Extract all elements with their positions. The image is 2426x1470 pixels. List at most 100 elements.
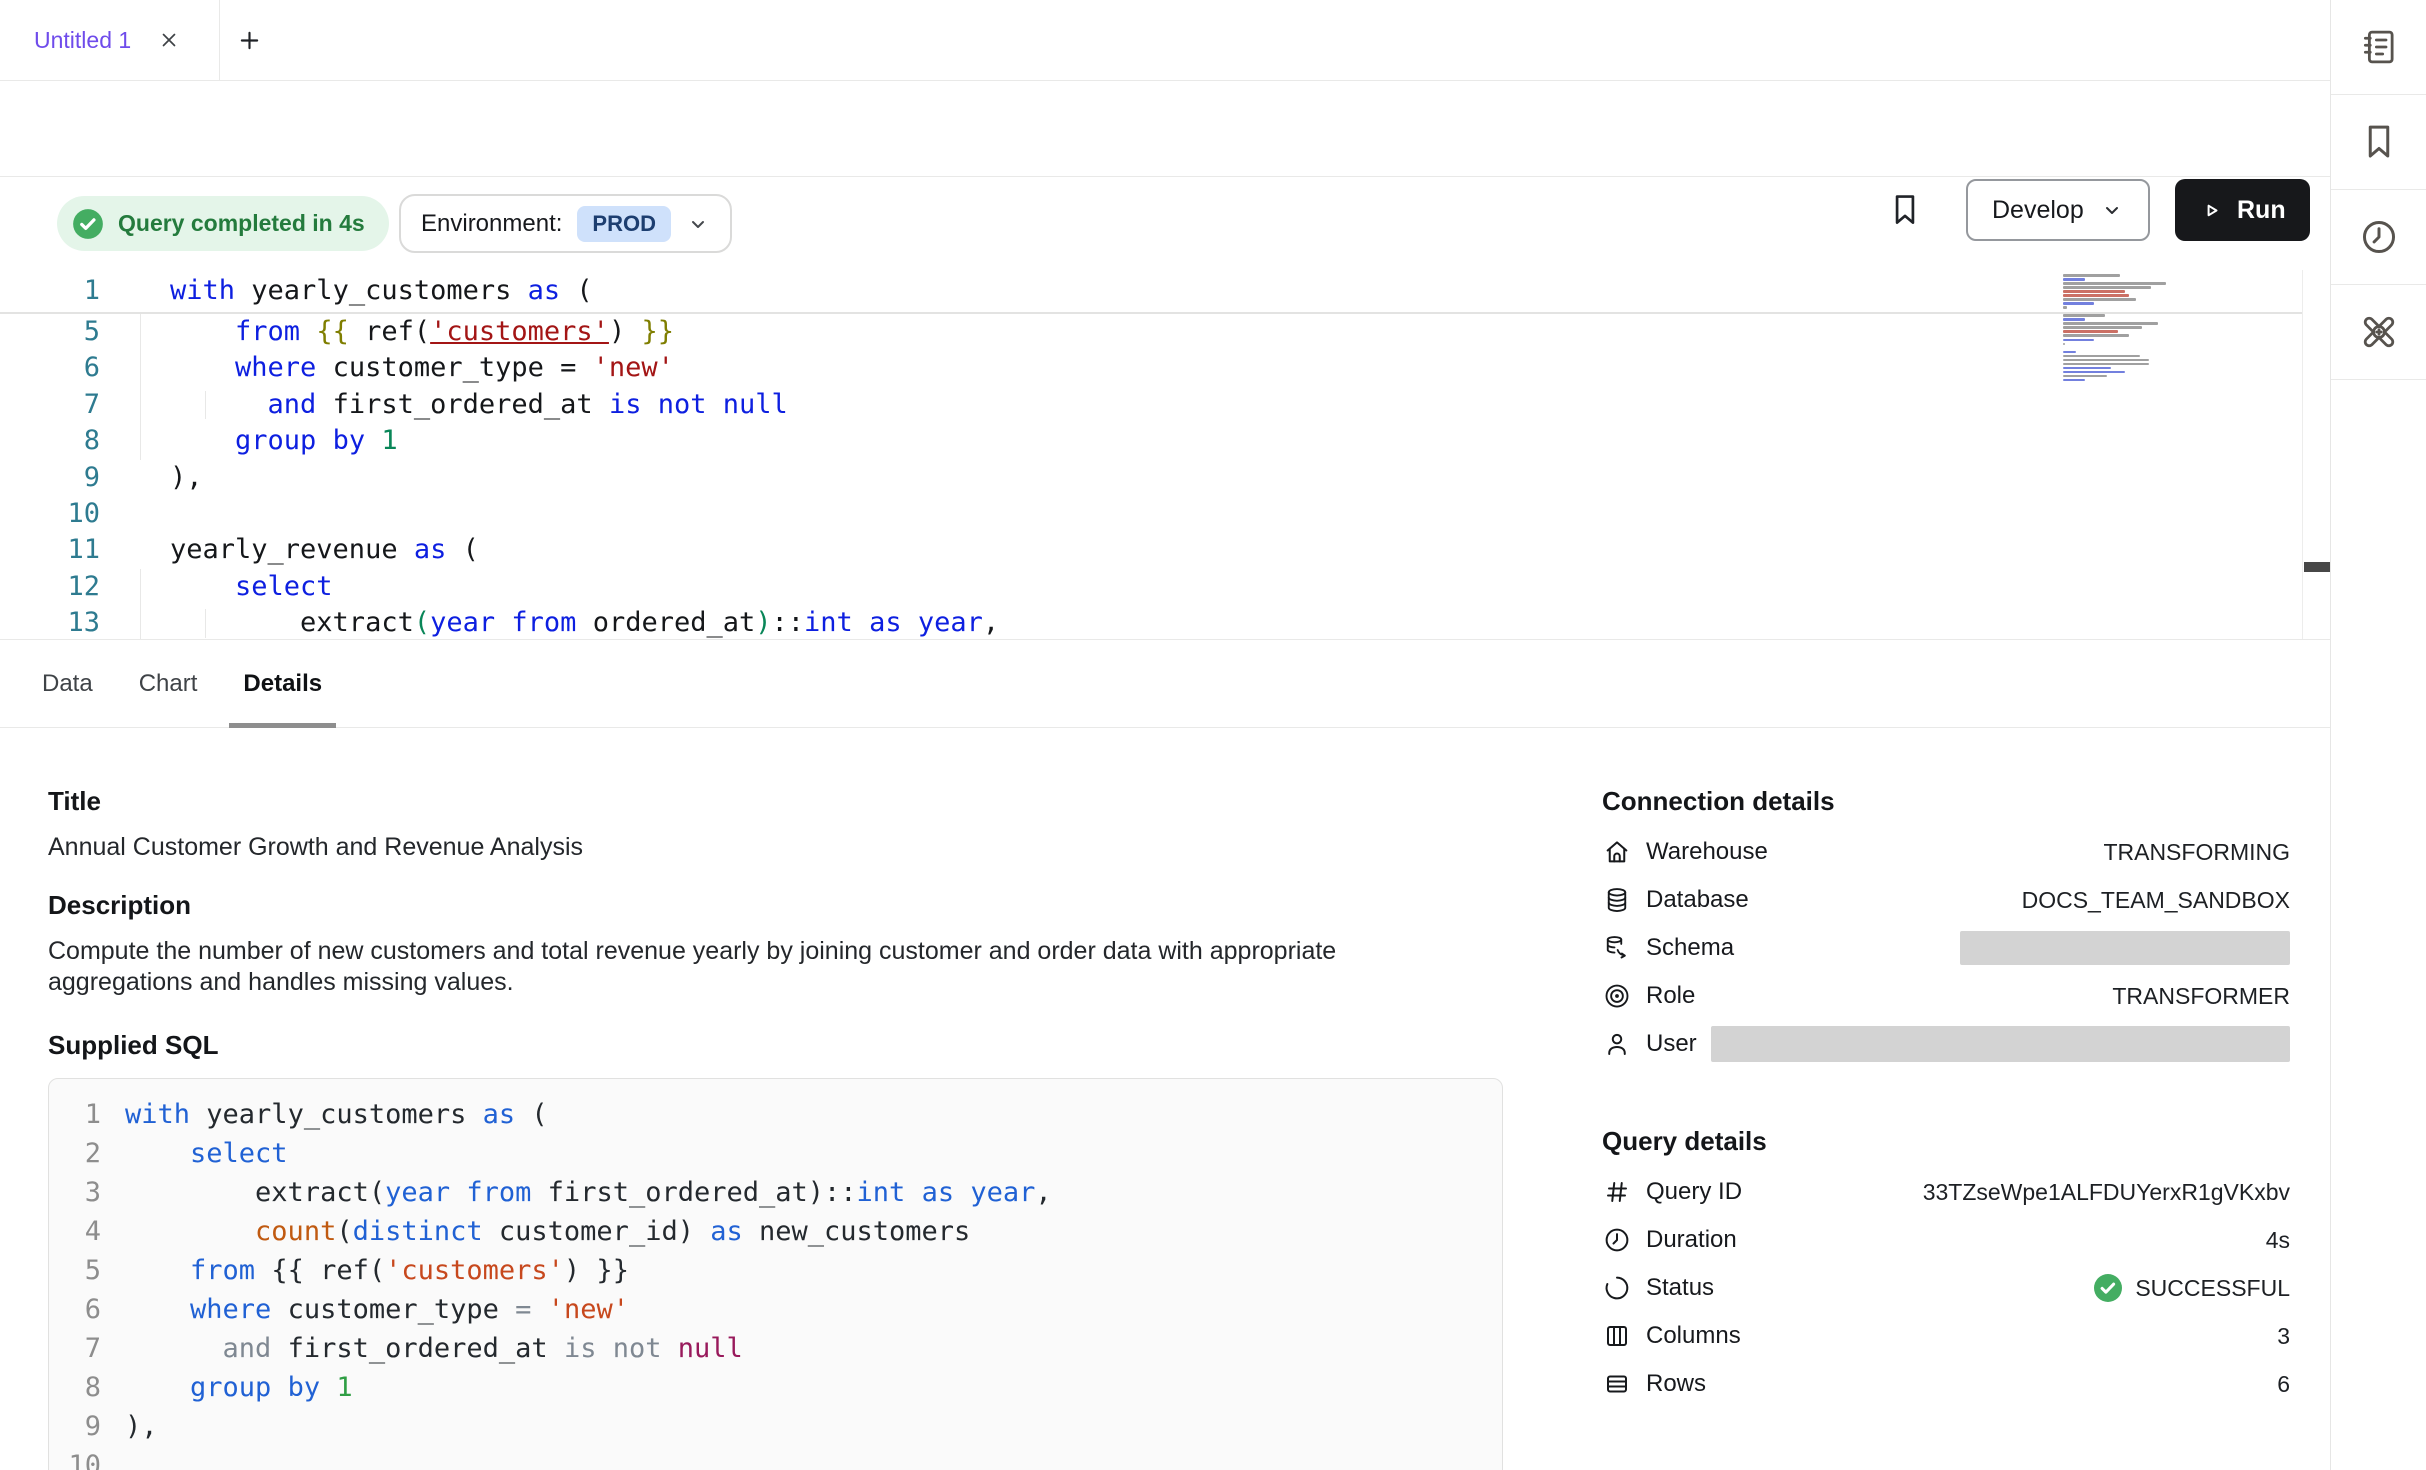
editor-scroll-divider <box>2302 270 2303 639</box>
role-icon <box>1602 981 1632 1011</box>
line-number: 11 <box>0 532 100 568</box>
code-line: 8 group by 1 <box>49 1368 1502 1407</box>
code-line: 10 <box>0 496 2330 532</box>
editor-lines: 5 from {{ ref('customers') }}6 where cus… <box>0 314 2330 640</box>
line-number: 8 <box>49 1368 101 1407</box>
code-line: 9), <box>49 1407 1502 1446</box>
connection-details-list: WarehouseTRANSFORMINGDatabaseDOCS_TEAM_S… <box>1602 828 2290 1068</box>
code-line: 8 group by 1 <box>0 423 2330 459</box>
user-icon <box>1602 1029 1632 1059</box>
line-number: 10 <box>0 496 100 532</box>
detail-value <box>1960 931 2290 965</box>
main-area: Untitled 1 Develop Run Query completed i… <box>0 0 2330 1470</box>
details-right-column: Connection details WarehouseTRANSFORMING… <box>1602 728 2290 1408</box>
detail-row: WarehouseTRANSFORMING <box>1602 828 2290 876</box>
minimap-line <box>2063 290 2125 293</box>
code-line: 10 <box>49 1446 1502 1470</box>
minimap-line <box>2063 326 2142 329</box>
minimap-line <box>2063 286 2151 289</box>
line-number: 7 <box>49 1329 101 1368</box>
close-icon[interactable] <box>157 28 181 52</box>
notebook-icon[interactable] <box>2331 0 2426 95</box>
sql-editor[interactable]: 1with yearly_customers as ( 5 from {{ re… <box>0 270 2330 640</box>
bookmark-icon[interactable] <box>2331 95 2426 190</box>
minimap-line <box>2063 298 2136 301</box>
detail-label: User <box>1646 1030 1697 1058</box>
line-number: 9 <box>0 460 100 496</box>
minimap-line <box>2063 379 2085 382</box>
query-status-pill: Query completed in 4s <box>57 196 389 251</box>
line-number: 10 <box>49 1446 101 1470</box>
code-line: 6 where customer_type = 'new' <box>0 350 2330 386</box>
toolbar: Develop Run <box>0 81 2330 177</box>
detail-value: 6 <box>2277 1371 2290 1398</box>
minimap-line <box>2063 334 2129 337</box>
app: Untitled 1 Develop Run Query completed i… <box>0 0 2426 1470</box>
description-value: Compute the number of new customers and … <box>48 936 1458 998</box>
minimap-line <box>2063 343 2065 346</box>
line-number: 5 <box>0 314 100 350</box>
history-icon[interactable] <box>2331 190 2426 285</box>
environment-label: Environment: <box>421 210 562 238</box>
line-number: 4 <box>49 1212 101 1251</box>
details-content: Title Annual Customer Growth and Revenue… <box>0 728 2330 1470</box>
tab-untitled-1[interactable]: Untitled 1 <box>0 0 220 80</box>
detail-row: DatabaseDOCS_TEAM_SANDBOX <box>1602 876 2290 924</box>
tab-data[interactable]: Data <box>42 640 93 727</box>
detail-row: Duration4s <box>1602 1216 2290 1264</box>
environment-value-badge: PROD <box>577 206 671 242</box>
details-left-column: Title Annual Customer Growth and Revenue… <box>48 728 1504 1470</box>
detail-value: TRANSFORMER <box>2112 983 2290 1010</box>
minimap-line <box>2063 375 2107 378</box>
new-tab-button[interactable] <box>236 27 263 54</box>
editor-scrollbar-thumb[interactable] <box>2304 562 2330 572</box>
code-line: 13 extract(year from ordered_at)::int as… <box>0 605 2330 640</box>
line-number: 9 <box>49 1407 101 1446</box>
minimap-line <box>2063 322 2158 325</box>
title-heading: Title <box>48 786 1504 816</box>
check-circle-icon <box>2092 1272 2124 1304</box>
detail-label: Role <box>1646 982 1695 1010</box>
copilot-icon[interactable] <box>2331 285 2426 380</box>
schema-icon <box>1602 933 1632 963</box>
line-number: 2 <box>49 1134 101 1173</box>
right-sidebar <box>2330 0 2426 1470</box>
detail-label: Columns <box>1646 1322 1741 1350</box>
detail-row: StatusSUCCESSFUL <box>1602 1264 2290 1312</box>
detail-row: User <box>1602 1020 2290 1068</box>
rows-icon <box>1602 1369 1632 1399</box>
line-number: 7 <box>0 387 100 423</box>
code-line: 4 count(distinct customer_id) as new_cus… <box>49 1212 1502 1251</box>
line-number: 12 <box>0 569 100 605</box>
duration-icon <box>1602 1225 1632 1255</box>
hash-icon <box>1602 1177 1632 1207</box>
columns-icon <box>1602 1321 1632 1351</box>
supplied-sql-heading: Supplied SQL <box>48 1030 1504 1060</box>
title-value: Annual Customer Growth and Revenue Analy… <box>48 832 1504 862</box>
tab-chart[interactable]: Chart <box>139 640 198 727</box>
detail-label: Schema <box>1646 934 1734 962</box>
line-number: 8 <box>0 423 100 459</box>
detail-value: 3 <box>2277 1323 2290 1350</box>
detail-label: Rows <box>1646 1370 1706 1398</box>
detail-row: Role TRANSFORMER <box>1602 972 2290 1020</box>
minimap-line <box>2063 330 2118 333</box>
line-number: 3 <box>49 1173 101 1212</box>
detail-label: Database <box>1646 886 1749 914</box>
minimap-line <box>2063 294 2129 297</box>
detail-label: Duration <box>1646 1226 1737 1254</box>
code-line: 3 extract(year from first_ordered_at)::i… <box>49 1173 1502 1212</box>
tab-details[interactable]: Details <box>243 640 322 727</box>
redacted-value <box>1711 1026 2290 1062</box>
connection-details-heading: Connection details <box>1602 786 2290 816</box>
description-heading: Description <box>48 890 1504 920</box>
detail-row: Columns 3 <box>1602 1312 2290 1360</box>
check-circle-icon <box>71 207 105 241</box>
detail-label: Query ID <box>1646 1178 1742 1206</box>
status-row: Query completed in 4s Environment: PROD <box>0 177 2330 271</box>
minimap-line <box>2063 318 2085 321</box>
environment-select[interactable]: Environment: PROD <box>399 194 732 253</box>
detail-label: Status <box>1646 1274 1714 1302</box>
result-tabs: Data Chart Details <box>0 640 2330 728</box>
editor-minimap[interactable] <box>2063 274 2175 383</box>
